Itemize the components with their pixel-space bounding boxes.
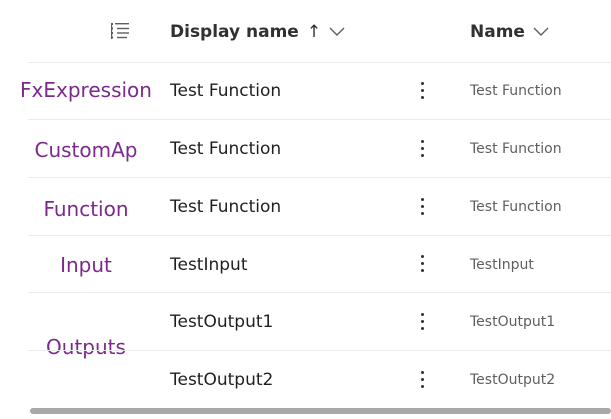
cell-name: TestOutput2 <box>470 372 556 388</box>
horizontal-scrollbar[interactable] <box>30 408 611 414</box>
cell-display-name[interactable]: Test Function <box>170 196 281 218</box>
row-divider <box>28 177 611 178</box>
column-options-icon[interactable] <box>110 22 130 42</box>
cell-name: Test Function <box>470 199 562 215</box>
more-options-icon[interactable] <box>412 136 432 160</box>
cell-display-name[interactable]: TestInput <box>170 254 248 276</box>
chevron-down-icon <box>533 27 549 36</box>
column-header-display-name-label: Display name <box>170 22 299 42</box>
cell-name: TestOutput1 <box>470 314 556 330</box>
side-label-fxexpression: FxExpression <box>20 78 152 102</box>
cell-display-name[interactable]: Test Function <box>170 80 281 102</box>
more-options-icon[interactable] <box>412 194 432 218</box>
more-options-icon[interactable] <box>412 78 432 102</box>
chevron-down-icon <box>329 27 345 36</box>
more-options-icon[interactable] <box>412 367 432 391</box>
cell-name: TestInput <box>470 257 534 273</box>
cell-name: Test Function <box>470 83 562 99</box>
row-divider <box>28 62 611 63</box>
side-label-outputs: Outputs <box>46 335 126 359</box>
more-options-icon[interactable] <box>412 309 432 333</box>
cell-display-name[interactable]: Test Function <box>170 138 281 160</box>
cell-display-name[interactable]: TestOutput2 <box>170 369 273 391</box>
row-divider <box>28 292 611 293</box>
cell-display-name[interactable]: TestOutput1 <box>170 311 273 333</box>
row-divider <box>28 119 611 120</box>
side-label-customap: CustomAp <box>34 138 138 162</box>
more-options-icon[interactable] <box>412 251 432 275</box>
sort-ascending-icon: ↑ <box>306 22 322 42</box>
column-header-name-label: Name <box>470 22 525 42</box>
side-label-input: Input <box>60 253 112 277</box>
row-divider <box>28 235 611 236</box>
side-label-function: Function <box>43 197 129 221</box>
column-header-display-name[interactable]: Display name ↑ <box>170 20 345 44</box>
column-header-name[interactable]: Name <box>470 20 549 44</box>
row-divider <box>28 350 611 351</box>
cell-name: Test Function <box>470 141 562 157</box>
